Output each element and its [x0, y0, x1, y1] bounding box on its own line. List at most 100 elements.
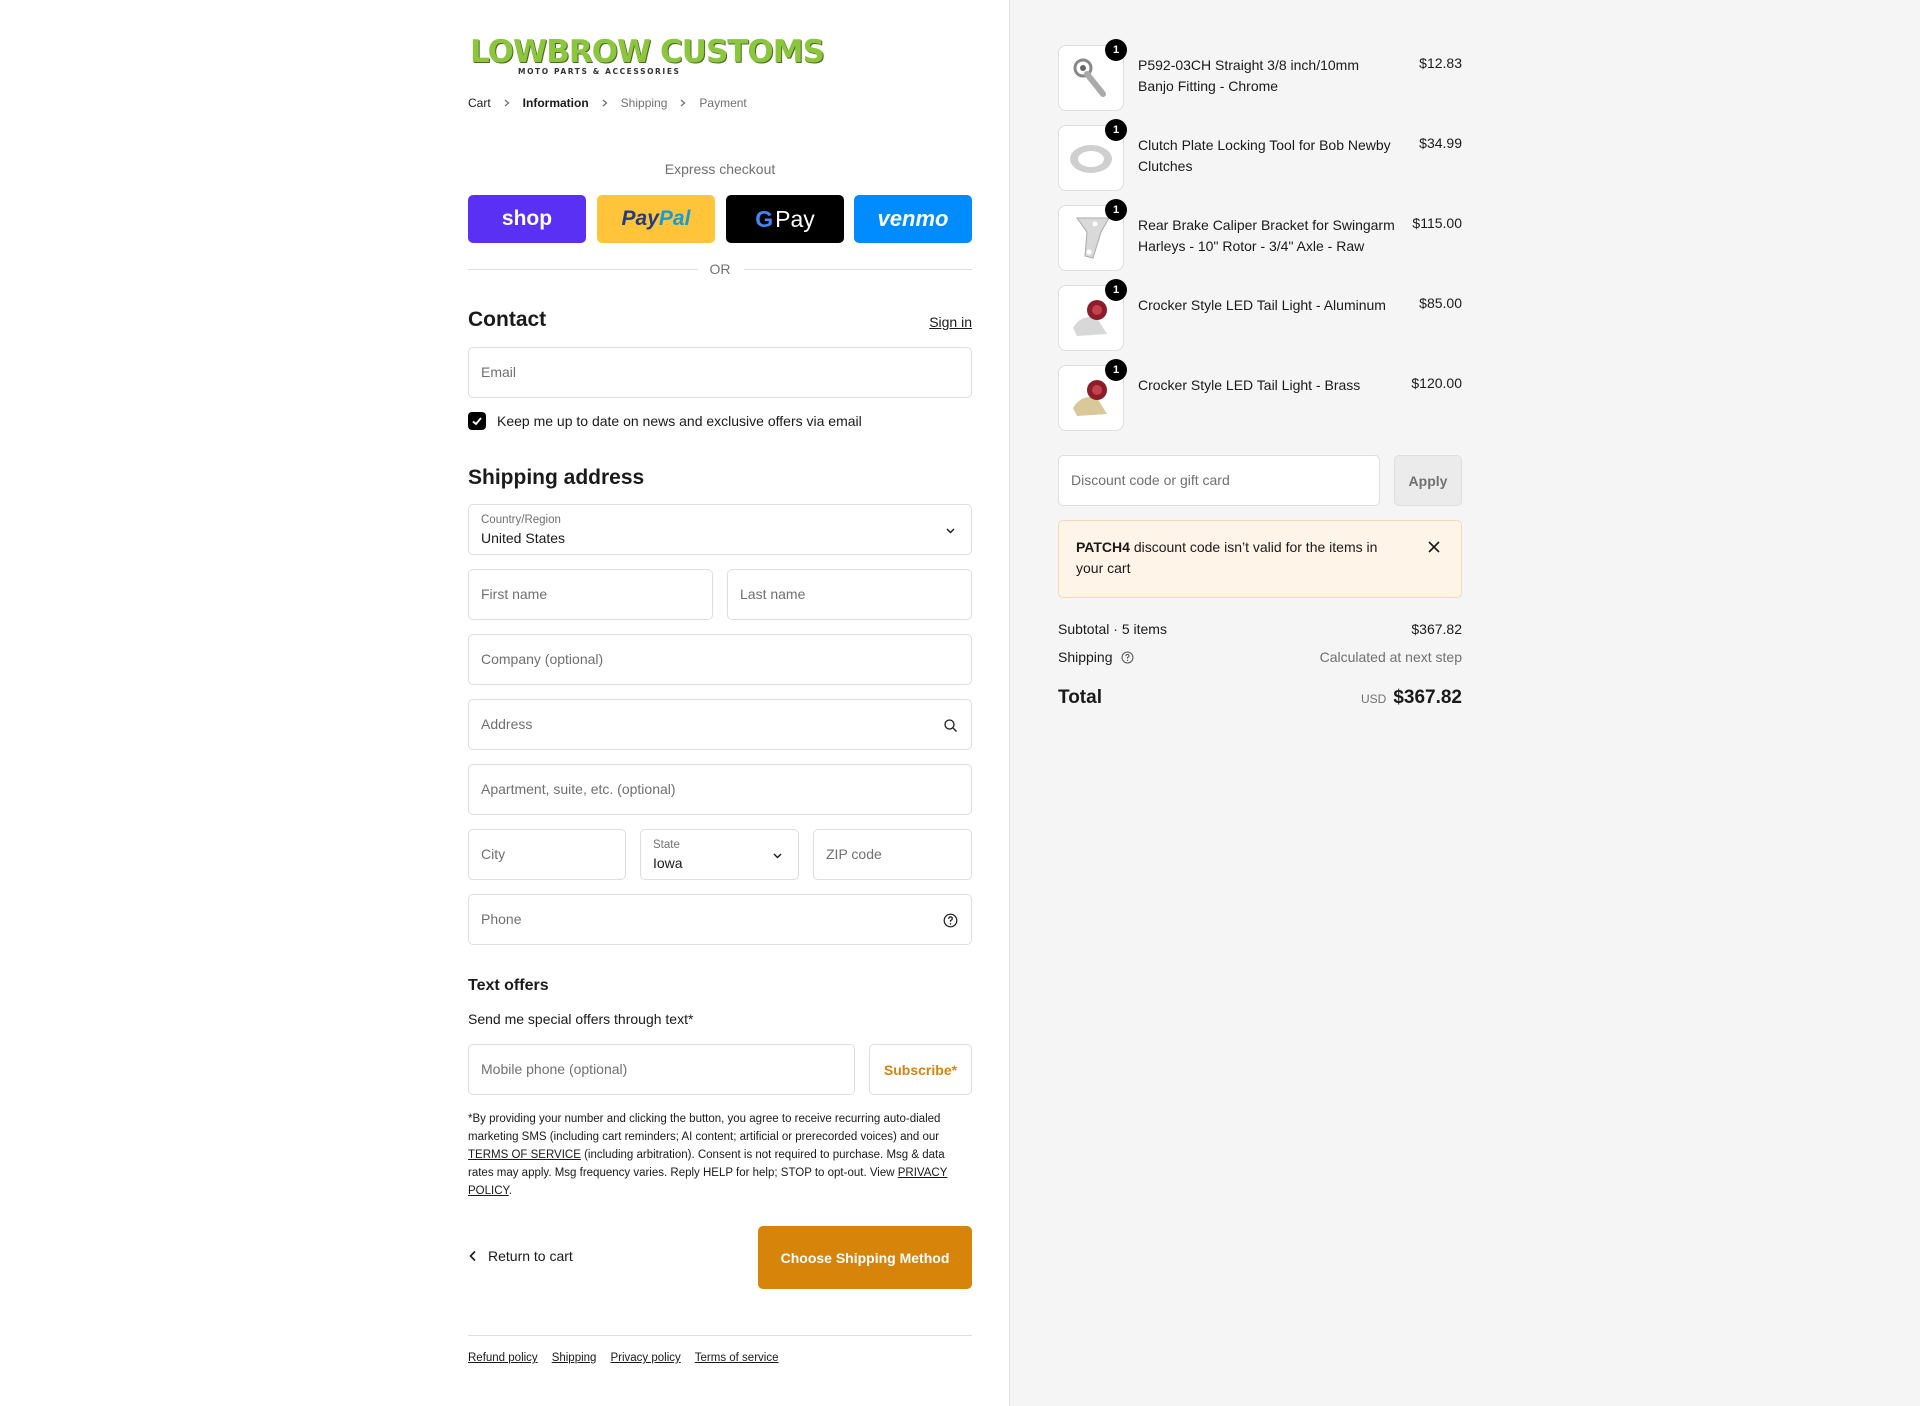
apartment-placeholder: Apartment, suite, etc. (optional): [481, 781, 676, 797]
item-price: $34.99: [1419, 135, 1462, 151]
item-price: $85.00: [1419, 295, 1462, 311]
contact-heading: Contact: [468, 308, 547, 331]
paypal-button[interactable]: Pay Pal: [597, 195, 715, 243]
city-field[interactable]: City: [468, 829, 626, 880]
chevron-down-icon: [946, 528, 955, 534]
sign-in-link[interactable]: Sign in: [929, 314, 972, 330]
chevron-down-icon: [773, 853, 782, 859]
venmo-button[interactable]: venmo: [854, 195, 972, 243]
or-divider: OR: [468, 259, 972, 279]
footer-links: Refund policy Shipping Privacy policy Te…: [468, 1352, 792, 1364]
subtotal-label: Subtotal · 5 items: [1058, 621, 1167, 637]
apply-discount-button[interactable]: Apply: [1394, 455, 1462, 506]
refund-policy-link[interactable]: Refund policy: [468, 1352, 538, 1364]
total-amount: USD $367.82: [1361, 687, 1462, 709]
total-row: Total USD $367.82: [1058, 687, 1462, 709]
return-to-cart-link[interactable]: Return to cart: [468, 1248, 573, 1264]
close-icon[interactable]: [1427, 540, 1441, 554]
zip-field[interactable]: ZIP code: [813, 829, 972, 880]
total-label: Total: [1058, 687, 1102, 708]
help-circle-icon[interactable]: [943, 913, 958, 928]
help-circle-icon[interactable]: [1121, 651, 1134, 664]
discount-code-input[interactable]: Discount code or gift card: [1058, 455, 1380, 506]
first-name-placeholder: First name: [481, 586, 548, 602]
apartment-field[interactable]: Apartment, suite, etc. (optional): [468, 764, 972, 815]
venmo-label: venmo: [877, 206, 949, 231]
item-name: Rear Brake Caliper Bracket for Swingarm …: [1138, 217, 1395, 254]
footer-divider: [468, 1335, 972, 1336]
terms-of-service-link[interactable]: TERMS OF SERVICE: [468, 1149, 581, 1161]
store-logo[interactable]: LOWBROW CUSTOMS MOTO PARTS & ACCESSORIES: [468, 34, 825, 80]
text-offers-heading: Text offers: [468, 977, 549, 994]
email-placeholder: Email: [481, 364, 517, 380]
state-label: State: [653, 839, 680, 851]
terms-of-service-footer-link[interactable]: Terms of service: [695, 1352, 779, 1364]
sms-disclaimer: *By providing your number and clicking t…: [468, 1110, 972, 1200]
subtotal-row: Subtotal · 5 items $367.82: [1058, 621, 1462, 637]
shop-pay-label: shop: [501, 207, 553, 230]
bracket-icon: [1076, 217, 1110, 259]
chevron-left-icon: [469, 1250, 476, 1262]
paypal-label-2: Pal: [658, 207, 691, 230]
phone-placeholder: Phone: [481, 911, 522, 927]
address-placeholder: Address: [481, 716, 533, 732]
cart-item: 1 Crocker Style LED Tail Light - Aluminu…: [1058, 279, 1462, 351]
clutch-plate-icon: [1070, 145, 1112, 173]
newsletter-checkbox[interactable]: [468, 412, 486, 430]
state-value: Iowa: [653, 855, 683, 871]
total-value: $367.82: [1393, 687, 1462, 708]
item-name: Clutch Plate Locking Tool for Bob Newby …: [1138, 137, 1391, 174]
newsletter-row: Keep me up to date on news and exclusive…: [468, 412, 862, 430]
google-pay-button[interactable]: G Pay: [726, 195, 844, 243]
state-select[interactable]: State Iowa: [640, 829, 799, 880]
disclaimer-text-3: .: [508, 1185, 512, 1197]
shipping-value: Calculated at next step: [1319, 649, 1462, 665]
email-field[interactable]: Email: [468, 347, 972, 398]
last-name-placeholder: Last name: [740, 586, 806, 602]
search-icon: [944, 719, 957, 732]
notice-text: PATCH4 discount code isn’t valid for the…: [1076, 537, 1396, 579]
express-checkout-label: Express checkout: [664, 161, 776, 177]
country-value: United States: [481, 530, 566, 546]
city-placeholder: City: [481, 846, 506, 862]
breadcrumb-information: Information: [522, 96, 589, 110]
mobile-phone-placeholder: Mobile phone (optional): [481, 1061, 628, 1077]
choose-shipping-method-button[interactable]: Choose Shipping Method: [758, 1226, 972, 1289]
breadcrumb-cart[interactable]: Cart: [468, 96, 491, 110]
cart-item: 1 P592-03CH Straight 3/8 inch/10mm Banjo…: [1058, 39, 1462, 111]
cart-item: 1 Rear Brake Caliper Bracket for Swingar…: [1058, 199, 1462, 271]
first-name-field[interactable]: First name: [468, 569, 713, 620]
text-offers-subheading: Send me special offers through text*: [468, 1011, 694, 1027]
logo-tagline: MOTO PARTS & ACCESSORIES: [518, 67, 681, 76]
shipping-policy-link[interactable]: Shipping: [552, 1352, 597, 1364]
banjo-fitting-icon: [1073, 58, 1106, 97]
subtotal-value: $367.82: [1411, 621, 1462, 637]
shipping-row: Shipping Calculated at next step: [1058, 649, 1462, 665]
phone-field[interactable]: Phone: [468, 894, 972, 945]
chevron-right-icon: [680, 99, 686, 107]
cart-item: 1 Crocker Style LED Tail Light - Brass $…: [1058, 359, 1462, 431]
shop-pay-button[interactable]: shop: [468, 195, 586, 243]
tail-light-icon: [1073, 300, 1107, 336]
breadcrumb: Cart Information Shipping Payment: [468, 96, 747, 110]
privacy-policy-footer-link[interactable]: Privacy policy: [610, 1352, 680, 1364]
quantity-badge: 1: [1105, 39, 1127, 61]
check-icon: [472, 417, 482, 426]
item-name: Crocker Style LED Tail Light - Aluminum: [1138, 297, 1386, 313]
currency-code: USD: [1360, 692, 1387, 706]
quantity-badge: 1: [1105, 119, 1127, 141]
address-field[interactable]: Address: [468, 699, 972, 750]
checkout-main-panel: LOWBROW CUSTOMS MOTO PARTS & ACCESSORIES…: [0, 0, 1009, 1406]
discount-error-notice: PATCH4 discount code isn’t valid for the…: [1058, 520, 1462, 598]
country-select[interactable]: Country/Region United States: [468, 504, 972, 555]
order-summary-panel: 1 P592-03CH Straight 3/8 inch/10mm Banjo…: [1009, 0, 1920, 1406]
company-field[interactable]: Company (optional): [468, 634, 972, 685]
last-name-field[interactable]: Last name: [727, 569, 972, 620]
breadcrumb-payment: Payment: [699, 96, 747, 110]
quantity-badge: 1: [1105, 359, 1127, 381]
subscribe-button[interactable]: Subscribe*: [869, 1044, 972, 1095]
return-to-cart-label: Return to cart: [488, 1248, 573, 1264]
mobile-phone-field[interactable]: Mobile phone (optional): [468, 1044, 855, 1095]
company-placeholder: Company (optional): [481, 651, 604, 667]
shipping-address-heading: Shipping address: [468, 466, 645, 489]
